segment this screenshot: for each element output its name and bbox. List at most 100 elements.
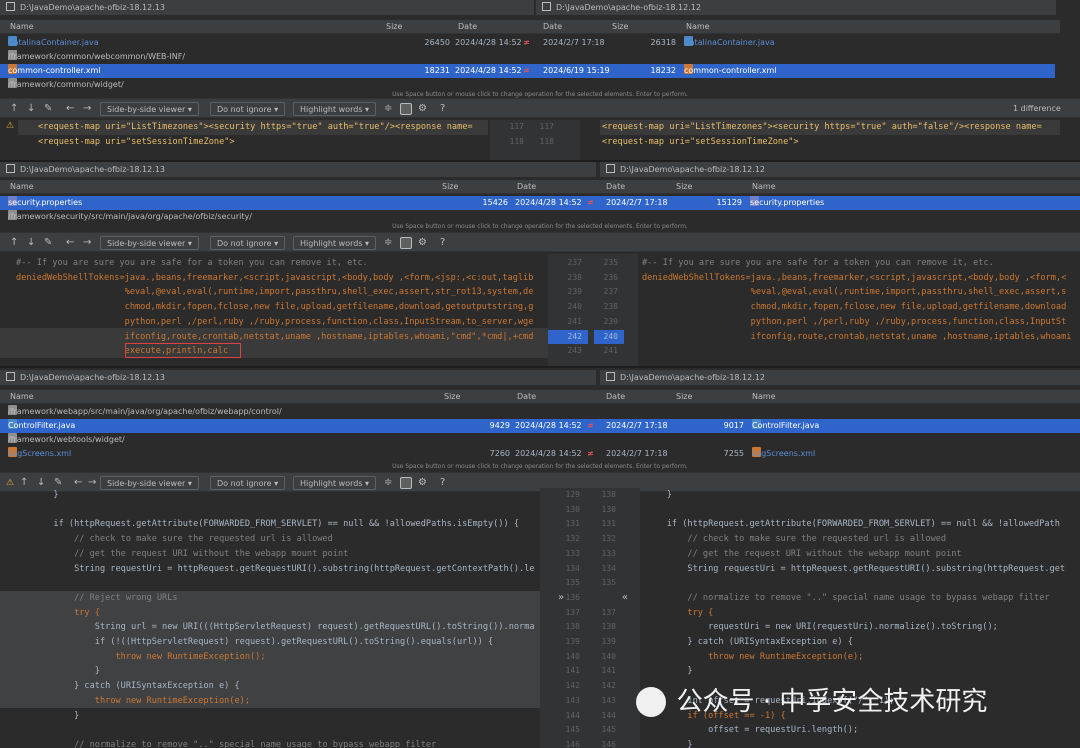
code-line[interactable]: } bbox=[646, 664, 692, 679]
code-line[interactable]: try { bbox=[646, 606, 713, 621]
code-line[interactable]: throw new RuntimeException(e); bbox=[12, 694, 250, 709]
prev-diff-icon[interactable]: ↑ bbox=[10, 236, 18, 250]
code-line[interactable]: chmod,mkdir,fopen,fclose,new file,upload… bbox=[16, 300, 534, 315]
folder-icon bbox=[606, 372, 615, 381]
col-name[interactable]: Name bbox=[10, 20, 34, 34]
warning-icon: ⚠ bbox=[6, 121, 15, 131]
code-line[interactable]: <request-map uri="ListTimezones"><securi… bbox=[602, 120, 1057, 135]
help-icon[interactable]: ? bbox=[440, 236, 445, 250]
ignore-dropdown[interactable]: Do not ignore ▾ bbox=[210, 102, 286, 116]
hint-text: Use Space button or mouse click to chang… bbox=[392, 223, 688, 230]
code-line[interactable]: String requestUri = httpRequest.getReque… bbox=[646, 562, 1065, 577]
highlight-box bbox=[125, 343, 241, 358]
directory-row[interactable]: /framework/common/webcommon/WEB-INF/ bbox=[0, 50, 1060, 64]
not-equal-icon: ≠ bbox=[587, 198, 594, 207]
code-line[interactable]: // get the request URI without the webap… bbox=[12, 547, 348, 562]
code-line[interactable]: python,perl ,/perl,ruby ,/ruby,process,f… bbox=[642, 315, 1067, 330]
code-line[interactable]: if (httpRequest.getAttribute(FORWARDED_F… bbox=[646, 517, 1060, 532]
next-diff-icon[interactable]: ↓ bbox=[27, 236, 35, 250]
back-icon[interactable]: ← bbox=[66, 102, 74, 116]
forward-icon[interactable]: → bbox=[83, 102, 91, 116]
code-line[interactable]: ifconfig,route,crontab,netstat,uname ,ho… bbox=[16, 330, 534, 345]
code-line[interactable]: String url = new URI(((HttpServletReques… bbox=[12, 620, 535, 635]
code-line[interactable]: String requestUri = httpRequest.getReque… bbox=[12, 562, 534, 577]
code-line[interactable]: // normalize to remove ".." special name… bbox=[12, 738, 436, 748]
viewer-dropdown[interactable]: Side-by-side viewer ▾ bbox=[100, 102, 199, 116]
code-line[interactable]: %eval,@eval,eval(,runtime,import,passthr… bbox=[642, 285, 1067, 300]
col-right-date[interactable]: Date bbox=[543, 20, 562, 34]
back-icon[interactable]: ← bbox=[66, 236, 74, 250]
directory-row[interactable]: /framework/webapp/src/main/java/org/apac… bbox=[0, 405, 1080, 419]
collapse-icon[interactable]: ≑ bbox=[384, 102, 392, 116]
code-line[interactable]: // Reject wrong URLs bbox=[12, 591, 178, 606]
not-equal-icon: ≠ bbox=[523, 66, 530, 75]
sync-scroll-icon[interactable] bbox=[400, 237, 412, 249]
code-line[interactable]: } catch (URISyntaxException e) { bbox=[646, 635, 853, 650]
code-line[interactable]: } catch (URISyntaxException e) { bbox=[12, 679, 240, 694]
code-line[interactable]: // get the request URI without the webap… bbox=[646, 547, 961, 562]
gear-icon[interactable]: ⚙ bbox=[418, 236, 427, 250]
next-diff-icon[interactable]: ↓ bbox=[27, 102, 35, 116]
highlight-dropdown[interactable]: Highlight words ▾ bbox=[293, 102, 377, 116]
code-line[interactable]: deniedWebShellTokens=java.,beans,freemar… bbox=[642, 271, 1066, 286]
code-line[interactable]: python,perl ,/perl,ruby ,/ruby,process,f… bbox=[16, 315, 534, 330]
edit-icon[interactable]: ✎ bbox=[44, 102, 52, 116]
edit-icon[interactable]: ✎ bbox=[44, 236, 52, 250]
code-line[interactable]: throw new RuntimeException(e); bbox=[646, 650, 863, 665]
code-line[interactable]: <request-map uri="setSessionTimeZone"> bbox=[602, 135, 1057, 150]
right-path: D:\JavaDemo\apache-ofbiz-18.12.12 bbox=[556, 3, 701, 12]
highlight-dropdown[interactable]: Highlight words ▾ bbox=[293, 236, 377, 250]
diff-panel-3: D:\JavaDemo\apache-ofbiz-18.12.13 D:\Jav… bbox=[0, 368, 1080, 748]
file-row[interactable]: CatalinaContainer.java 26450 2024/4/28 1… bbox=[0, 36, 1060, 50]
file-row-selected[interactable]: ControlFilter.java 9429 2024/4/28 14:52 … bbox=[0, 419, 1080, 433]
col-right-size[interactable]: Size bbox=[612, 20, 628, 34]
not-equal-icon: ≠ bbox=[523, 38, 530, 47]
viewer-dropdown[interactable]: Side-by-side viewer ▾ bbox=[100, 236, 199, 250]
file-row-selected[interactable]: common-controller.xml 18231 2024/4/28 14… bbox=[0, 64, 1055, 78]
code-line[interactable]: <request-map uri="setSessionTimeZone"> bbox=[38, 135, 488, 150]
collapse-icon[interactable]: ≑ bbox=[384, 236, 392, 250]
code-line[interactable]: } bbox=[646, 488, 672, 503]
sync-scroll-icon[interactable] bbox=[400, 103, 412, 115]
code-line[interactable]: try { bbox=[12, 606, 100, 621]
code-line[interactable]: if (httpRequest.getAttribute(FORWARDED_F… bbox=[12, 517, 519, 532]
code-line[interactable]: deniedWebShellTokens=java.,beans,freemar… bbox=[16, 271, 533, 286]
directory-row[interactable]: /framework/webtools/widget/ bbox=[0, 433, 1080, 447]
col-size[interactable]: Size bbox=[386, 20, 402, 34]
code-line[interactable]: } bbox=[646, 738, 692, 748]
code-line[interactable]: // normalize to remove ".." special name… bbox=[646, 591, 1049, 606]
right-path-bar: D:\JavaDemo\apache-ofbiz-18.12.12 bbox=[536, 0, 1056, 16]
col-right-name[interactable]: Name bbox=[686, 20, 710, 34]
forward-icon[interactable]: → bbox=[83, 236, 91, 250]
file-row[interactable]: LogScreens.xml 7260 2024/4/28 14:52 ≠ 20… bbox=[0, 447, 1080, 461]
code-line[interactable]: // check to make sure the requested url … bbox=[12, 532, 333, 547]
code-line[interactable]: <request-map uri="ListTimezones"><securi… bbox=[38, 120, 488, 135]
col-date[interactable]: Date bbox=[458, 20, 477, 34]
code-line[interactable]: if (!((HttpServletRequest) request).getR… bbox=[12, 635, 493, 650]
gear-icon[interactable]: ⚙ bbox=[418, 102, 427, 116]
left-editor: #-- If you are sure you are safe for a t… bbox=[0, 254, 548, 366]
apply-right-icon[interactable]: « bbox=[622, 591, 634, 606]
code-line[interactable]: } bbox=[12, 664, 100, 679]
code-line[interactable]: } bbox=[12, 709, 79, 724]
code-line[interactable]: offset = requestUri.length(); bbox=[646, 723, 858, 738]
code-line[interactable]: %eval,@eval,eval(,runtime,import,passthr… bbox=[16, 285, 534, 300]
not-equal-icon: ≠ bbox=[587, 421, 594, 430]
code-line[interactable]: ifconfig,route,crontab,netstat,uname ,ho… bbox=[642, 330, 1072, 345]
code-line[interactable]: } bbox=[12, 488, 58, 503]
prev-diff-icon[interactable]: ↑ bbox=[10, 102, 18, 116]
file-row-selected[interactable]: security.properties 15426 2024/4/28 14:5… bbox=[0, 196, 1080, 210]
ignore-dropdown[interactable]: Do not ignore ▾ bbox=[210, 236, 286, 250]
diff-panel-1: D:\JavaDemo\apache-ofbiz-18.12.13 D:\Jav… bbox=[0, 0, 1080, 160]
code-line[interactable]: #-- If you are sure you are safe for a t… bbox=[16, 256, 368, 271]
code-line[interactable]: chmod,mkdir,fopen,fclose,new file,upload… bbox=[642, 300, 1067, 315]
code-line[interactable]: requestUri = new URI(requestUri).normali… bbox=[646, 620, 998, 635]
help-icon[interactable]: ? bbox=[440, 102, 445, 116]
code-line[interactable]: #-- If you are sure you are safe for a t… bbox=[642, 256, 994, 271]
column-header: Name Size Date Date Size Name bbox=[0, 20, 1060, 34]
code-line[interactable]: // check to make sure the requested url … bbox=[646, 532, 946, 547]
folder-icon bbox=[6, 2, 15, 11]
code-line[interactable]: throw new RuntimeException(); bbox=[12, 650, 265, 665]
folder-icon bbox=[542, 2, 551, 11]
diff-toolbar: ↑ ↓ ✎ ← → Side-by-side viewer ▾ Do not i… bbox=[0, 98, 1080, 118]
